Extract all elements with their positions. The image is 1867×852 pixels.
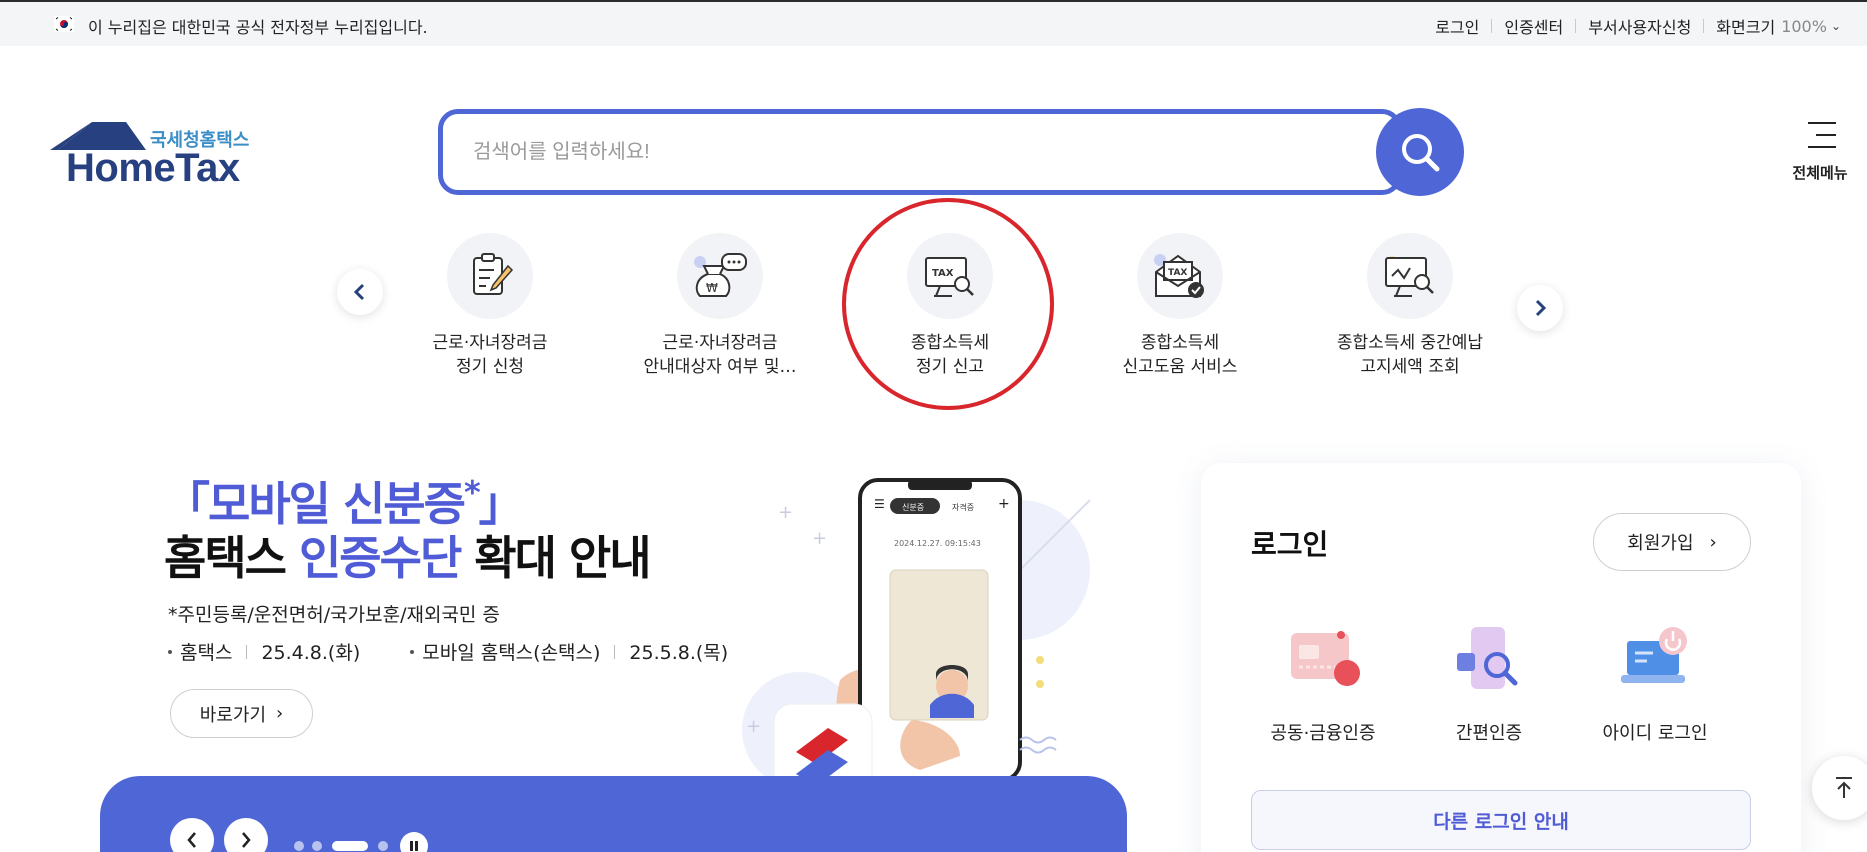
money-bag-chat-icon: ₩ xyxy=(677,233,763,319)
quick-menu-label-line1: 근로·자녀장려금 xyxy=(662,333,778,353)
search-box xyxy=(438,109,1402,195)
pager-dot[interactable] xyxy=(312,841,322,851)
arrow-up-icon xyxy=(1836,777,1852,798)
quick-menu-label-line2: 신고도움 서비스 xyxy=(1122,357,1238,377)
divider xyxy=(1575,19,1577,33)
login-option-label: 공동·금융인증 xyxy=(1270,723,1376,744)
quick-menu-item[interactable]: ₩ 근로·자녀장려금 안내대상자 여부 및… xyxy=(620,233,820,379)
utility-menu: 로그인 인증센터 부서사용자신청 화면크기 100% ⌄ xyxy=(1435,14,1841,38)
join-button[interactable]: 회원가입 › xyxy=(1593,513,1751,571)
banner-title-line2: 홈택스 인증수단 확대 안내 xyxy=(164,531,652,585)
login-option-label: 간편인증 xyxy=(1455,723,1523,744)
divider xyxy=(1491,19,1493,33)
zoom-label[interactable]: 화면크기 xyxy=(1716,14,1775,38)
svg-text:☰: ☰ xyxy=(874,497,885,511)
svg-text:+: + xyxy=(746,716,761,737)
pager-dot[interactable] xyxy=(378,841,388,851)
monitor-search-won-icon xyxy=(1367,233,1453,319)
pager-dot[interactable] xyxy=(294,841,304,851)
chevron-right-icon: › xyxy=(1709,531,1717,553)
banner-pause-button[interactable] xyxy=(400,832,428,852)
svg-text:TAX: TAX xyxy=(1168,268,1187,278)
all-menu-button[interactable]: 전체메뉴 xyxy=(1788,120,1852,186)
pager-dot-active[interactable] xyxy=(332,841,368,851)
date2-label: 모바일 홈택스(손택스) xyxy=(422,642,601,664)
quick-menu-label-line1: 근로·자녀장려금 xyxy=(432,333,548,353)
chevron-left-icon xyxy=(353,283,365,301)
quick-menu-label-line2: 안내대상자 여부 및… xyxy=(643,357,797,377)
hamburger-icon xyxy=(1808,122,1836,158)
phone-tab1-label: 신분증 xyxy=(902,503,924,512)
mobile-id-illustration: + + + ☰ + 신분증 자격증 2024.12.27. 09:15:43 xyxy=(690,460,1110,820)
page: 이 누리집은 대한민국 공식 전자정부 누리집입니다. 로그인 인증센터 부서사… xyxy=(0,0,1867,852)
svg-text:₩: ₩ xyxy=(706,281,718,295)
quick-menu-label-line2: 정기 신청 xyxy=(456,357,524,377)
phone-search-icon xyxy=(1457,627,1518,689)
quick-menu-prev-button[interactable] xyxy=(337,269,383,315)
logo-english-text: HomeTax xyxy=(66,146,240,190)
svg-text:+: + xyxy=(998,496,1010,512)
quick-menu-label-line2: 정기 신고 xyxy=(916,357,984,377)
korea-flag-icon xyxy=(54,16,74,32)
banner-prev-button[interactable] xyxy=(170,818,214,852)
login-option-certificate[interactable]: 공동·금융인증 xyxy=(1253,623,1393,745)
quick-menu-item-highlighted[interactable]: TAX 종합소득세 정기 신고 xyxy=(850,233,1050,379)
zoom-value[interactable]: 100% xyxy=(1781,17,1827,36)
banner-go-button[interactable]: 바로가기 › xyxy=(170,689,313,738)
svg-text:+: + xyxy=(778,502,793,523)
banner-next-button[interactable] xyxy=(224,818,268,852)
search-button[interactable] xyxy=(1376,108,1464,196)
tax-monitor-search-icon: TAX xyxy=(907,233,993,319)
banner-control-area xyxy=(100,776,1127,852)
gov-notice-text: 이 누리집은 대한민국 공식 전자정부 누리집입니다. xyxy=(88,18,428,37)
join-button-label: 회원가입 xyxy=(1627,533,1694,554)
quick-menu-item[interactable]: 종합소득세 중간예납 고지세액 조회 xyxy=(1310,233,1510,379)
divider xyxy=(1703,19,1705,33)
quick-menu-item[interactable]: TAX 종합소득세 신고도움 서비스 xyxy=(1080,233,1280,379)
chevron-left-icon xyxy=(187,832,196,848)
util-cert-center-link[interactable]: 인증센터 xyxy=(1504,14,1563,38)
go-button-label: 바로가기 xyxy=(199,704,267,726)
login-option-simple-auth[interactable]: 간편인증 xyxy=(1419,623,1559,745)
gov-notice-bar: 이 누리집은 대한민국 공식 전자정부 누리집입니다. 로그인 인증센터 부서사… xyxy=(0,0,1867,46)
phone-tab2-label: 자격증 xyxy=(952,502,974,512)
login-option-id-login[interactable]: 아이디 로그인 xyxy=(1585,623,1725,745)
hometax-logo[interactable]: 국세청홈택스 HomeTax xyxy=(50,120,255,190)
svg-text:TAX: TAX xyxy=(932,268,954,279)
login-option-label: 아이디 로그인 xyxy=(1602,723,1708,744)
date1-label: 홈택스 xyxy=(180,642,233,664)
quick-menu-label-line2: 고지세액 조회 xyxy=(1360,357,1460,377)
date1-value: 25.4.8.(화) xyxy=(261,642,361,664)
quick-menu-label-line1: 종합소득세 xyxy=(910,333,990,353)
laptop-power-icon xyxy=(1621,627,1687,683)
all-menu-label: 전체메뉴 xyxy=(1792,164,1848,182)
chevron-right-icon: › xyxy=(276,703,284,724)
search-icon xyxy=(1402,134,1440,172)
banner-subtitle: *주민등록/운전면허/국가보훈/재외국민 증 xyxy=(168,604,500,626)
chevron-right-icon xyxy=(1535,299,1547,317)
other-login-guide-button[interactable]: 다른 로그인 안내 xyxy=(1251,790,1751,850)
login-panel: 로그인 회원가입 › 공동·금융인증 간편인증 아이디 로그인 다른 로그인 안… xyxy=(1201,463,1801,852)
quick-menu-label-line1: 종합소득세 xyxy=(1140,333,1220,353)
chevron-down-icon[interactable]: ⌄ xyxy=(1831,19,1841,33)
phone-time-label: 2024.12.27. 09:15:43 xyxy=(894,539,981,548)
clipboard-pen-icon xyxy=(447,233,533,319)
util-login-link[interactable]: 로그인 xyxy=(1435,14,1479,38)
quick-menu-item[interactable]: 근로·자녀장려금 정기 신청 xyxy=(390,233,590,379)
quick-menu-next-button[interactable] xyxy=(1517,285,1563,331)
util-dept-user-link[interactable]: 부서사용자신청 xyxy=(1588,14,1691,38)
quick-menu-label-line1: 종합소득세 중간예납 xyxy=(1336,333,1484,353)
chevron-right-icon xyxy=(242,832,251,848)
pause-icon xyxy=(410,841,418,851)
banner-dates: 홈택스 25.4.8.(화) 모바일 홈택스(손택스) 25.5.8.(목) xyxy=(168,638,728,665)
login-title: 로그인 xyxy=(1251,528,1329,561)
certificate-card-icon xyxy=(1291,631,1360,686)
search-input[interactable] xyxy=(473,134,1333,170)
tax-envelope-check-icon: TAX xyxy=(1137,233,1223,319)
svg-text:+: + xyxy=(812,528,827,549)
scroll-top-button[interactable] xyxy=(1812,756,1867,820)
